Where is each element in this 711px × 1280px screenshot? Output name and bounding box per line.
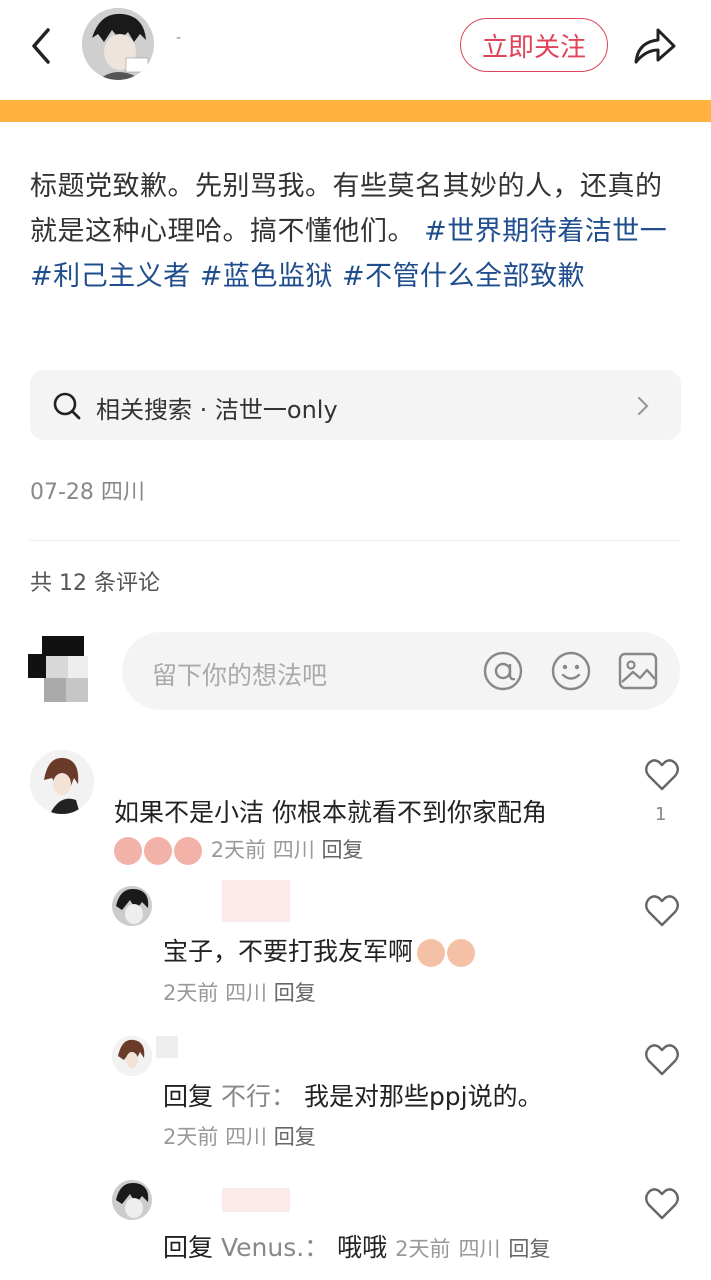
comment-time: 2天前 [210,838,267,862]
search-icon [53,392,81,420]
blurred-username [156,1036,178,1058]
comment-location: 四川 [225,981,268,1005]
blurred-username [222,1188,290,1212]
comment-time: 2天前 [163,981,219,1005]
crying-emoji-icon [447,939,476,967]
post-date-location: 07-28 四川 [30,480,145,505]
hashtag[interactable]: #世界期待着洁世一 [424,216,667,247]
comment-text: 如果不是小洁 你根本就看不到你家配角 [114,798,547,827]
commenter-avatar[interactable] [112,1180,152,1220]
hashtag[interactable]: #不管什么全部致歉 [342,261,585,292]
hashtag[interactable]: #蓝色监狱 [200,261,333,292]
author-avatar[interactable] [82,8,154,80]
commenter-avatar[interactable] [112,1036,152,1076]
emoji-icon[interactable] [550,650,592,692]
chevron-right-icon [637,396,649,416]
comment-placeholder: 留下你的想法吧 [152,661,328,690]
crying-emoji-icon [114,837,142,865]
comment-location: 四川 [272,838,315,862]
author-name[interactable]: - [176,30,181,46]
reading-progress-bar [0,100,711,122]
comment-text: 回复 不行： 我是对那些ppj说的。 [163,1082,543,1111]
like-count: 1 [655,804,667,825]
top-header: - 立即关注 [0,0,711,100]
comment-location: 四川 [458,1237,501,1261]
follow-button[interactable]: 立即关注 [460,18,608,72]
comment-time: 2天前 [163,1125,219,1149]
like-heart-icon[interactable] [644,894,680,928]
crying-emoji-icon [144,837,172,865]
reply-button[interactable]: 回复 [321,838,363,862]
post-body: 标题党致歉。先别骂我。有些莫名其妙的人，还真的就是这种心理哈。搞不懂他们。 #世… [30,164,680,299]
reply-to-user[interactable]: Venus.： [221,1233,329,1262]
share-icon[interactable] [628,22,680,70]
crying-emoji-icon [174,837,202,865]
mention-icon[interactable] [482,650,524,692]
comment-meta: 2天前 四川 回复 [163,1121,316,1151]
blurred-username [222,880,290,922]
my-avatar [28,636,90,702]
commenter-avatar[interactable] [112,886,152,926]
like-heart-icon[interactable] [644,758,680,792]
comment-meta: 2天前 四川 回复 [114,834,363,865]
reply-button[interactable]: 回复 [508,1237,550,1261]
like-heart-icon[interactable] [644,1043,680,1077]
related-search-label[interactable]: 相关搜索 · 洁世一only [96,390,338,425]
reply-button[interactable]: 回复 [274,981,316,1005]
image-icon[interactable] [618,652,658,690]
comment-location: 四川 [225,1125,268,1149]
comment-count: 共 12 条评论 [30,571,160,596]
comment-time: 2天前 [395,1237,451,1261]
crying-emoji-icon [417,939,446,967]
reply-to-user[interactable]: 不行： [221,1082,296,1111]
commenter-avatar[interactable] [30,750,94,814]
reply-button[interactable]: 回复 [274,1125,316,1149]
divider [30,540,681,541]
comment-text: 回复 Venus.： 哦哦 2天前 四川 回复 [163,1233,551,1262]
comment-meta: 2天前 四川 回复 [163,977,316,1007]
hashtag[interactable]: #利己主义者 [30,261,191,292]
comment-text: 宝子，不要打我友军啊 [163,932,477,968]
like-heart-icon[interactable] [644,1187,680,1221]
back-button[interactable] [22,24,62,68]
